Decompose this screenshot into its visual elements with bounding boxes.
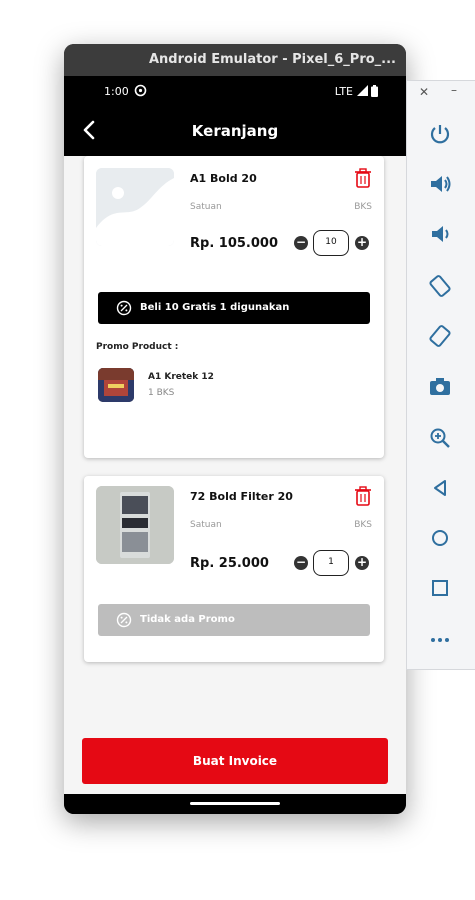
network-label: LTE [334, 85, 353, 98]
status-bar: 1:00 LTE [64, 76, 406, 108]
promo-applied-button[interactable]: Beli 10 Gratis 1 digunakan [98, 292, 370, 324]
overview-icon[interactable] [427, 575, 453, 601]
promo-product-qty: 1 BKS [148, 388, 175, 398]
unit-value: BKS [354, 202, 372, 212]
product-name: A1 Bold 20 [190, 172, 257, 185]
delete-icon[interactable] [354, 168, 372, 188]
rotate-left-icon[interactable] [427, 273, 453, 299]
signal-icon [356, 85, 368, 96]
rotate-right-icon[interactable] [427, 323, 453, 349]
emulator-toolbar: ✕ – [406, 80, 475, 670]
increase-button[interactable]: + [355, 556, 369, 570]
sync-icon [134, 84, 147, 100]
zoom-icon[interactable] [427, 425, 453, 451]
cart-item-card: 72 Bold Filter 20 Satuan BKS Rp. 25.000 … [84, 476, 384, 662]
home-icon[interactable] [427, 525, 453, 551]
create-invoice-button[interactable]: Buat Invoice [82, 738, 388, 784]
quantity-stepper: − 10 + [294, 230, 374, 256]
quantity-stepper: − 1 + [294, 550, 374, 576]
no-promo-button[interactable]: Tidak ada Promo [98, 604, 370, 636]
status-right: LTE [335, 85, 378, 98]
quantity-field[interactable]: 1 [313, 550, 349, 576]
promo-button-label: Tidak ada Promo [140, 614, 235, 625]
promo-badge-icon [116, 300, 132, 316]
product-price: Rp. 25.000 [190, 556, 269, 571]
emulator-window: Android Emulator - Pixel_6_Pro_... 1:00 … [64, 44, 406, 814]
window-title: Android Emulator - Pixel_6_Pro_... [64, 44, 406, 76]
promo-button-label: Beli 10 Gratis 1 digunakan [140, 302, 290, 313]
power-icon[interactable] [427, 121, 453, 147]
status-time: 1:00 [104, 85, 129, 98]
app-bar: Keranjang [64, 108, 406, 156]
page-title: Keranjang [191, 122, 279, 140]
camera-icon[interactable] [427, 373, 453, 399]
quantity-field[interactable]: 10 [313, 230, 349, 256]
unit-label: Satuan [190, 520, 222, 530]
promo-product-name: A1 Kretek 12 [148, 372, 214, 382]
product-name: 72 Bold Filter 20 [190, 490, 293, 503]
home-indicator[interactable] [190, 802, 280, 805]
gesture-nav-bar [64, 794, 406, 814]
product-price: Rp. 105.000 [190, 236, 278, 251]
decrease-button[interactable]: − [294, 236, 308, 250]
minimize-icon[interactable]: – [451, 83, 457, 97]
promo-product-image [98, 368, 134, 402]
delete-icon[interactable] [354, 486, 372, 506]
product-image-placeholder [96, 168, 174, 246]
increase-button[interactable]: + [355, 236, 369, 250]
volume-up-icon[interactable] [427, 171, 453, 197]
battery-icon [371, 85, 378, 97]
product-image [96, 486, 174, 564]
promo-heading: Promo Product : [96, 342, 179, 352]
cart-item-card: A1 Bold 20 Satuan BKS Rp. 105.000 − 10 +… [84, 156, 384, 458]
cart-list: A1 Bold 20 Satuan BKS Rp. 105.000 − 10 +… [64, 156, 406, 794]
more-icon[interactable] [427, 627, 453, 653]
decrease-button[interactable]: − [294, 556, 308, 570]
promo-badge-icon [116, 612, 132, 628]
unit-label: Satuan [190, 202, 222, 212]
volume-down-icon[interactable] [427, 221, 453, 247]
unit-value: BKS [354, 520, 372, 530]
back-icon[interactable] [427, 475, 453, 501]
close-icon[interactable]: ✕ [419, 85, 429, 99]
